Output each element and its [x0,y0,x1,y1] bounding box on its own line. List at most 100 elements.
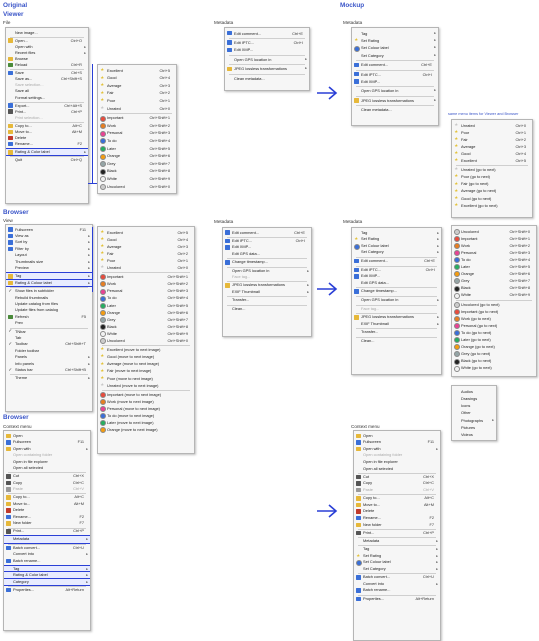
menu-item-copy[interactable]: Copy Ctrl+C [354,480,440,487]
menu-item-other[interactable]: Other [452,409,496,416]
menu-item-personal-move-to-next-image[interactable]: Personal (move to next image) [98,405,194,413]
menu-item-average[interactable]: ★ Average Ctrl+3 [98,243,194,250]
menu-item-orange[interactable]: Orange Ctrl+Shift+6 [98,152,176,160]
menu-item-fullscreen[interactable]: Fullscreen F11 [354,439,440,446]
menu-item-unrated[interactable]: ★ Unrated Ctrl+0 [98,105,176,113]
menu-item-set-colour-label[interactable]: Set Colour label ▸ [352,243,441,250]
menu-item-good-move-to-next-image[interactable]: ★ Good (move to next image) [98,353,194,360]
menu-item-tag[interactable]: Tag ▸ [354,546,440,553]
menu-item-batch-rename[interactable]: Batch rename... [4,558,90,565]
menu-item-unrated-move-to-next-image[interactable]: ★ Unrated (move to next image) [98,382,194,389]
menu-item-tag[interactable]: Tag ▸ [352,230,441,237]
menu-item-work[interactable]: Work Ctrl+Shift+2 [98,280,194,288]
menu-item-average-move-to-next-image[interactable]: ★ Average (move to next image) [98,360,194,367]
menu-item-change-timestamp[interactable]: Change timestamp... [352,288,441,295]
menu-item-convert-into[interactable]: Convert into ▸ [354,581,440,588]
menu-item-paste[interactable]: Paste Ctrl+V [4,486,90,493]
menu-item-black[interactable]: Black Ctrl+Shift+8 [98,167,176,175]
menu-item-good-go-to-next[interactable]: ★ Good (go to next) [452,195,532,202]
menu-item-properties[interactable]: Properties... Alt+Return [4,587,90,594]
menu-item-edit-iptc[interactable]: Edit IPTC... Ctrl+I [225,39,309,46]
menu-item-set-colour-label[interactable]: Set Colour label ▸ [354,559,440,567]
menu-item-open-with[interactable]: Open with ▸ [354,446,440,453]
menu-item-open[interactable]: Open [354,433,440,440]
menu-item-personal[interactable]: Personal Ctrl+Shift+3 [452,249,536,257]
menu-item-cut[interactable]: Cut Ctrl+X [354,474,440,481]
menu-item-face-tag[interactable]: Face tag... [223,274,311,280]
menu-item-set-category[interactable]: Set Category ▸ [354,566,440,573]
menu-item-set-rating[interactable]: ★ Set Rating ▸ [352,37,438,44]
menu-item-new-image[interactable]: New image... [6,30,88,36]
menu-item-open-in-file-explorer[interactable]: Open in file explorer [354,459,440,466]
menu-item-edit-xmp[interactable]: Edit XMP... [225,46,309,53]
menu-item-edit-gps-data[interactable]: Edit GPS data... [352,280,441,287]
menu-item-edit-xmp[interactable]: Edit XMP... [352,273,441,280]
menu-item-excellent[interactable]: ★ Excellent Ctrl+5 [98,229,194,236]
menu-item-important[interactable]: Important Ctrl+Shift+1 [98,273,194,281]
menu-item-to-do[interactable]: To do Ctrl+Shift+4 [98,137,176,145]
menu-item-average-go-to-next[interactable]: ★ Average (go to next) [452,187,532,194]
menu-item-excellent[interactable]: ★ Excellent Ctrl+5 [452,157,532,164]
menu-item-transfer[interactable]: Transfer... [352,329,441,336]
menu-item-work[interactable]: Work Ctrl+Shift+2 [98,122,176,130]
menu-item-to-do[interactable]: To do Ctrl+Shift+4 [98,294,194,302]
menu-item-open-gps-location-in[interactable]: Open GPS location in ▸ [352,297,441,304]
menu-item-jpeg-lossless-transformations[interactable]: JPEG lossless transformations ▸ [225,65,309,72]
menu-item-rating-and-colour-label[interactable]: Rating & Colour label ▸ [6,278,92,288]
menu-item-rename[interactable]: Rename... F2 [6,141,88,147]
menu-item-open-gps-location-in[interactable]: Open GPS location in ▸ [352,87,438,94]
menu-item-batch-rename[interactable]: Batch rename... [354,587,440,594]
menu-item-important-go-to-next[interactable]: Important (go to next) [452,308,536,315]
menu-item-print[interactable]: Print... Ctrl+P [354,530,440,537]
menu-item-work-move-to-next-image[interactable]: Work (move to next image) [98,398,194,406]
menu-item-unrated[interactable]: ★ Unrated Ctrl+0 [98,264,194,271]
menu-item-icons[interactable]: Icons [452,402,496,409]
menu-item-new-folder[interactable]: New folder F7 [354,522,440,529]
menu-item-open-all-selected[interactable]: Open all selected [354,466,440,473]
menu-item-batch-convert[interactable]: Batch convert... Ctrl+U [354,574,440,581]
menu-item-later-move-to-next-image[interactable]: Later (move to next image) [98,419,194,427]
menu-item-face-tag[interactable]: Face tag... [352,306,441,313]
menu-item-orange-go-to-next[interactable]: Orange (go to next) [452,343,536,351]
menu-item-work[interactable]: Work Ctrl+Shift+2 [452,242,536,249]
menu-item-average[interactable]: ★ Average Ctrl+3 [452,143,532,150]
menu-item-transfer[interactable]: Transfer... [223,297,311,303]
menu-item-poor[interactable]: ★ Poor Ctrl+1 [98,97,176,105]
menu-item-uncolored[interactable]: Uncolored Ctrl+Shift+0 [452,228,536,235]
menu-item-set-category[interactable]: Set Category ▸ [352,249,441,256]
menu-item-fair[interactable]: ★ Fair Ctrl+2 [452,136,532,143]
menu-item-edit-iptc[interactable]: Edit IPTC... Ctrl+I [352,71,438,78]
menu-item-set-category[interactable]: Set Category ▸ [352,52,438,59]
menu-item-quit[interactable]: Quit Ctrl+Q [6,157,88,163]
menu-item-personal[interactable]: Personal Ctrl+Shift+3 [98,287,194,295]
menu-item-clean[interactable]: Clean... [223,306,311,312]
menu-item-exif-thumbnail[interactable]: EXIF Thumbnail ▸ [223,289,311,295]
menu-item-set-colour-label[interactable]: Set Colour label ▸ [352,44,438,52]
menu-item-uncolored[interactable]: Uncolored Ctrl+Shift+0 [98,183,176,191]
menu-item-good[interactable]: ★ Good Ctrl+4 [452,150,532,157]
menu-item-clean-metadata[interactable]: Clean metadata... [225,75,309,82]
menu-item-edit-comment[interactable]: Edit comment... Ctrl+E [352,258,441,265]
menu-item-important[interactable]: Important Ctrl+Shift+1 [452,235,536,242]
menu-item-poor[interactable]: ★ Poor Ctrl+1 [98,257,194,264]
menu-item-edit-comment[interactable]: Edit comment... Ctrl+E [225,30,309,37]
menu-item-set-rating[interactable]: ★ Set Rating ▸ [354,553,440,560]
menu-item-category[interactable]: Category ▸ [4,577,90,587]
menu-item-to-do-move-to-next-image[interactable]: To do (move to next image) [98,412,194,420]
menu-item-unrated-go-to-next[interactable]: ★ Unrated (go to next) [452,166,532,173]
menu-item-fair-go-to-next[interactable]: ★ Fair (go to next) [452,180,532,187]
menu-item-open-containing-folder[interactable]: Open containing folder [354,452,440,459]
menu-item-fair-move-to-next-image[interactable]: ★ Fair (move to next image) [98,367,194,374]
menu-item-grey[interactable]: Grey Ctrl+Shift+7 [98,160,176,168]
menu-item-white[interactable]: White Ctrl+Shift+9 [98,330,194,338]
menu-item-later-go-to-next[interactable]: Later (go to next) [452,336,536,344]
menu-item-orange-move-to-next-image[interactable]: Orange (move to next image) [98,426,194,434]
menu-item-important[interactable]: Important Ctrl+Shift+1 [98,114,176,122]
menu-item-jpeg-lossless-transformations[interactable]: JPEG lossless transformations ▸ [352,97,438,104]
menu-item-new-folder[interactable]: New folder F7 [4,520,90,527]
menu-item-white[interactable]: White Ctrl+Shift+9 [452,291,536,299]
menu-item-work-go-to-next[interactable]: Work (go to next) [452,315,536,322]
menu-item-open-gps-location-in[interactable]: Open GPS location in ▸ [225,56,309,63]
menu-item-reload[interactable]: Reload Ctrl+R [6,62,88,68]
menu-item-black[interactable]: Black Ctrl+Shift+8 [98,323,194,331]
